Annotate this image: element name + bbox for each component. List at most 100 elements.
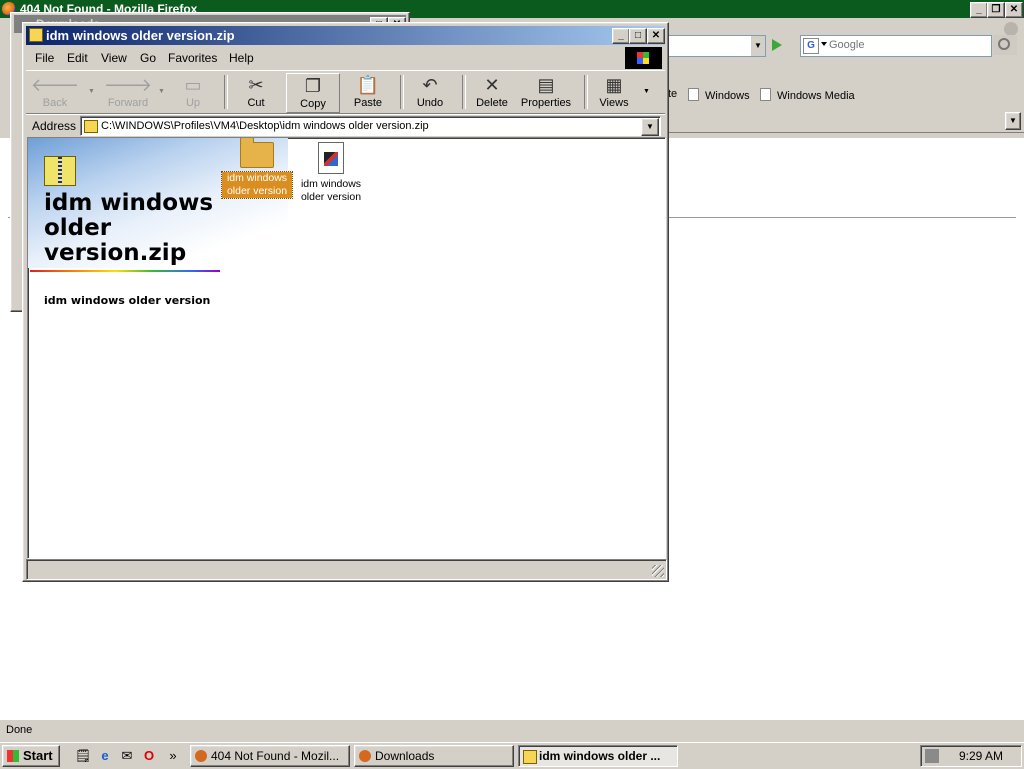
menu-bar: File Edit View Go Favorites Help bbox=[26, 47, 665, 69]
explorer-status-bar bbox=[26, 559, 667, 580]
menu-file[interactable]: File bbox=[35, 51, 54, 65]
address-field[interactable]: ▼ bbox=[80, 116, 661, 136]
page-icon bbox=[760, 88, 771, 101]
cut-button[interactable]: ✂ Cut bbox=[232, 73, 280, 111]
views-button[interactable]: ▦ Views bbox=[592, 73, 636, 111]
zip-folder-icon bbox=[523, 750, 537, 764]
internet-explorer-icon[interactable]: e bbox=[96, 747, 114, 765]
file-item-label: idm windows older version bbox=[300, 178, 362, 203]
restore-button[interactable]: ❐ bbox=[987, 2, 1005, 18]
minimize-button[interactable]: _ bbox=[612, 28, 630, 44]
toolbar: 🡐 Back ▼ 🡒 Forward ▼ ▭ Up ✂ Cut ❐ Copy 📋… bbox=[26, 70, 665, 114]
folder-title: idm windows older version.zip bbox=[44, 190, 214, 266]
zip-folder-icon bbox=[44, 156, 76, 186]
zip-folder-icon bbox=[84, 120, 98, 133]
bookmark-windows-media[interactable]: Windows Media bbox=[760, 88, 855, 102]
views-dropdown-icon[interactable]: ▼ bbox=[643, 88, 650, 95]
chevron-down-icon[interactable] bbox=[821, 42, 827, 46]
address-label: Address bbox=[32, 119, 77, 133]
menu-go[interactable]: Go bbox=[140, 51, 156, 65]
task-firefox[interactable]: 404 Not Found - Mozil... bbox=[190, 745, 350, 767]
url-bar[interactable]: ▼ bbox=[668, 35, 766, 57]
outlook-icon[interactable]: ✉ bbox=[118, 747, 136, 765]
minimize-button[interactable]: _ bbox=[970, 2, 988, 18]
folder-icon bbox=[240, 138, 274, 168]
file-item-folder[interactable]: idm windows older version bbox=[221, 138, 293, 199]
page-icon bbox=[688, 88, 699, 101]
start-button[interactable]: Start bbox=[2, 745, 60, 767]
back-dropdown-icon[interactable]: ▼ bbox=[88, 88, 95, 95]
file-item-file[interactable]: idm windows older version bbox=[296, 142, 366, 204]
address-input[interactable] bbox=[101, 119, 631, 133]
zip-folder-icon bbox=[29, 28, 43, 42]
task-explorer[interactable]: idm windows older ... bbox=[518, 745, 678, 767]
forward-button[interactable]: 🡒 Forward bbox=[102, 73, 154, 111]
copy-button[interactable]: ❐ Copy bbox=[286, 73, 340, 113]
toolbar-separator bbox=[584, 75, 588, 109]
rainbow-divider bbox=[30, 270, 220, 272]
menu-help[interactable]: Help bbox=[229, 51, 254, 65]
search-icon bbox=[998, 38, 1010, 50]
address-bar: Address ▼ bbox=[26, 114, 665, 137]
page-divider bbox=[668, 217, 1016, 218]
back-button[interactable]: 🡐 Back bbox=[30, 73, 80, 111]
toolbar-separator bbox=[462, 75, 466, 109]
windows-logo-icon bbox=[625, 47, 662, 69]
search-box[interactable]: G bbox=[800, 35, 992, 57]
explorer-title: idm windows older version.zip bbox=[46, 28, 235, 43]
menu-view[interactable]: View bbox=[101, 51, 127, 65]
explorer-title-bar[interactable]: idm windows older version.zip _ □ ✕ bbox=[26, 26, 665, 45]
quicklaunch-more-icon[interactable]: » bbox=[164, 747, 182, 765]
bookmark-cut[interactable]: te bbox=[668, 88, 677, 100]
back-arrow-icon: 🡐 bbox=[30, 75, 80, 95]
firefox-icon bbox=[359, 750, 371, 762]
scheduler-icon[interactable] bbox=[925, 749, 939, 763]
delete-button[interactable]: ✕ Delete bbox=[470, 73, 514, 111]
forward-dropdown-icon[interactable]: ▼ bbox=[158, 88, 165, 95]
scissors-icon: ✂ bbox=[248, 75, 264, 95]
forward-arrow-icon: 🡒 bbox=[103, 75, 153, 95]
search-button[interactable] bbox=[993, 35, 1017, 55]
tab-bar: ▼ bbox=[664, 108, 1024, 133]
clock[interactable]: 9:29 AM bbox=[959, 749, 1003, 763]
system-tray: 9:29 AM bbox=[920, 745, 1022, 767]
properties-icon: ▤ bbox=[537, 75, 555, 95]
throbber-icon bbox=[1004, 22, 1018, 36]
properties-button[interactable]: ▤ Properties bbox=[518, 73, 574, 111]
taskbar: Start 🗒 e ✉ O » 404 Not Found - Mozil...… bbox=[0, 742, 1024, 769]
delete-x-icon: ✕ bbox=[484, 75, 500, 95]
search-input[interactable] bbox=[829, 37, 987, 53]
file-item-label: idm windows older version bbox=[221, 171, 293, 199]
status-bar: Done bbox=[0, 719, 1024, 742]
folder-view[interactable]: idm windows older version.zip idm window… bbox=[27, 137, 666, 559]
firefox-icon bbox=[195, 750, 207, 762]
show-desktop-icon[interactable]: 🗒 bbox=[74, 747, 92, 765]
maximize-button[interactable]: □ bbox=[629, 28, 647, 44]
go-button[interactable] bbox=[768, 36, 786, 54]
paste-button[interactable]: 📋 Paste bbox=[344, 73, 392, 111]
chevron-down-icon[interactable]: ▼ bbox=[751, 36, 765, 56]
status-text: Done bbox=[6, 724, 33, 736]
up-button[interactable]: ▭ Up bbox=[172, 73, 214, 111]
google-icon[interactable]: G bbox=[803, 38, 819, 54]
chevron-down-icon[interactable]: ▼ bbox=[641, 118, 659, 136]
toolbar-separator bbox=[400, 75, 404, 109]
copy-icon: ❐ bbox=[304, 76, 322, 96]
task-downloads[interactable]: Downloads bbox=[354, 745, 514, 767]
views-grid-icon: ▦ bbox=[605, 75, 623, 95]
explorer-window[interactable]: idm windows older version.zip _ □ ✕ File… bbox=[22, 22, 669, 582]
windows-logo-icon bbox=[7, 750, 19, 762]
menu-favorites[interactable]: Favorites bbox=[168, 51, 217, 65]
application-file-icon bbox=[318, 142, 344, 174]
resize-grip-icon[interactable] bbox=[652, 565, 664, 577]
close-button[interactable]: ✕ bbox=[647, 28, 665, 44]
bookmark-windows[interactable]: Windows bbox=[688, 88, 750, 102]
close-button[interactable]: ✕ bbox=[1005, 2, 1023, 18]
undo-button[interactable]: ↶ Undo bbox=[408, 73, 452, 111]
clipboard-icon: 📋 bbox=[356, 75, 380, 95]
folder-description: idm windows older version bbox=[44, 294, 211, 307]
tab-list-button[interactable]: ▼ bbox=[1005, 112, 1021, 130]
menu-edit[interactable]: Edit bbox=[67, 51, 88, 65]
undo-icon: ↶ bbox=[422, 75, 438, 95]
opera-icon[interactable]: O bbox=[140, 747, 158, 765]
